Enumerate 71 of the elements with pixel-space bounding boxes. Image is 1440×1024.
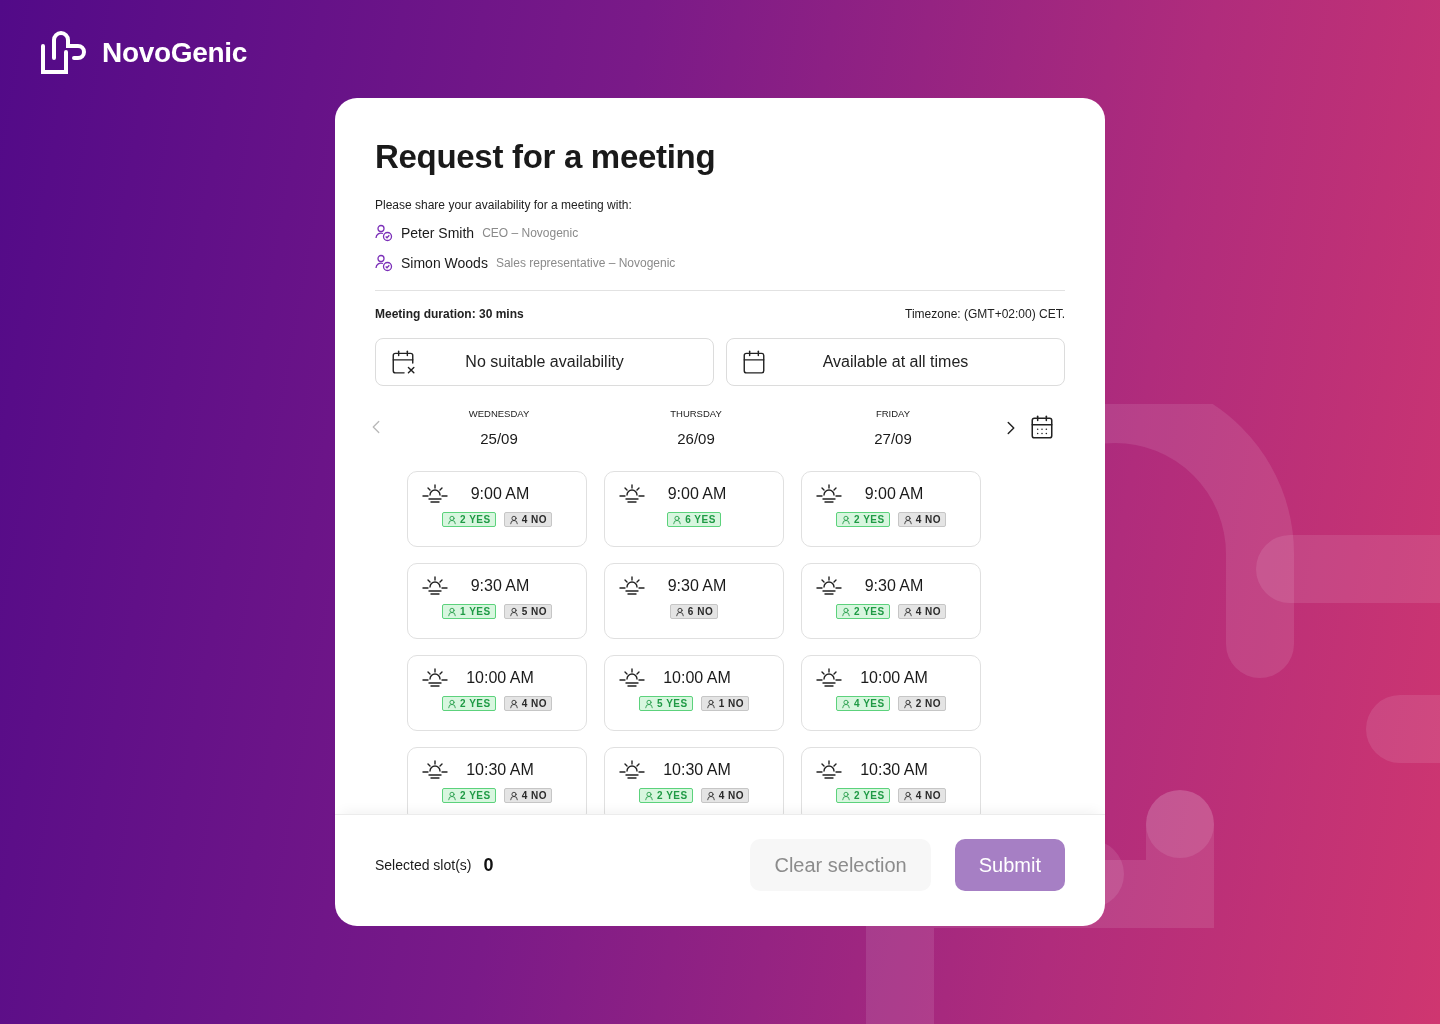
yes-count-badge: 5 YES <box>639 696 693 711</box>
attendee-role: Sales representative – Novogenic <box>495 256 676 270</box>
sunrise-icon <box>816 760 842 780</box>
page-title: Request for a meeting <box>375 138 716 176</box>
date-label: 27/09 <box>874 430 912 447</box>
no-count-badge: 2 NO <box>897 696 946 711</box>
time-slot-card[interactable]: 9:00 AM 2 YES 4 NO <box>801 471 981 547</box>
sunrise-icon <box>422 484 448 504</box>
yes-count-badge: 6 YES <box>667 512 721 527</box>
sunrise-icon <box>619 668 645 688</box>
time-slot-card[interactable]: 10:00 AM 2 YES 4 NO <box>407 655 587 731</box>
calendar-icon <box>741 349 767 375</box>
attendee-name: Simon Woods <box>401 255 488 271</box>
availability-option-button[interactable]: Available at all times <box>726 338 1065 386</box>
calendar-icon[interactable] <box>1029 414 1055 440</box>
person-check-icon <box>375 224 393 242</box>
time-slot-card[interactable]: 9:30 AM 2 YES 4 NO <box>801 563 981 639</box>
attendee-name: Peter Smith <box>401 225 475 241</box>
no-count-badge: 5 NO <box>503 604 552 619</box>
yes-count-badge: 2 YES <box>836 512 890 527</box>
time-slot-card[interactable]: 10:00 AM 5 YES 1 NO <box>604 655 784 731</box>
sunrise-icon <box>619 484 645 504</box>
sunrise-icon <box>816 484 842 504</box>
yes-count-badge: 2 YES <box>442 696 496 711</box>
time-slot-card[interactable]: 9:30 AM 1 YES 5 NO <box>407 563 587 639</box>
person-check-icon <box>375 254 393 272</box>
no-count-badge: 6 NO <box>669 604 719 619</box>
sunrise-icon <box>422 576 448 596</box>
sunrise-icon <box>619 576 645 596</box>
time-slot-card[interactable]: 9:00 AM 2 YES 4 NO <box>407 471 587 547</box>
no-count-badge: 4 NO <box>897 788 946 803</box>
timezone-text: Timezone: (GMT+02:00) CET. <box>905 307 1065 321</box>
brand-name: NovoGenic <box>102 37 248 69</box>
no-count-badge: 4 NO <box>503 696 552 711</box>
yes-count-badge: 2 YES <box>639 788 693 803</box>
time-slot-card[interactable]: 9:00 AM 6 YES <box>604 471 784 547</box>
sunrise-icon <box>422 668 448 688</box>
yes-count-badge: 4 YES <box>836 696 890 711</box>
yes-count-badge: 2 YES <box>442 788 496 803</box>
sunrise-icon <box>619 760 645 780</box>
time-slot-card[interactable]: 10:00 AM 4 YES 2 NO <box>801 655 981 731</box>
time-slot-card[interactable]: 10:30 AM 2 YES 4 NO <box>801 747 981 814</box>
sunrise-icon <box>816 668 842 688</box>
yes-count-badge: 2 YES <box>836 604 890 619</box>
no-count-badge: 4 NO <box>897 604 946 619</box>
no-count-badge: 4 NO <box>700 788 749 803</box>
no-count-badge: 4 NO <box>503 788 552 803</box>
sunrise-icon <box>816 576 842 596</box>
weekday-label: FRIDAY <box>875 408 911 419</box>
attendee-role: CEO – Novogenic <box>482 226 579 240</box>
time-slot-card[interactable]: 10:30 AM 2 YES 4 NO <box>604 747 784 814</box>
date-label: 25/09 <box>480 430 518 447</box>
availability-option-button[interactable]: No suitable availability <box>375 338 714 386</box>
no-count-badge: 4 NO <box>503 512 552 527</box>
no-count-badge: 4 NO <box>897 512 946 527</box>
sunrise-icon <box>422 760 448 780</box>
meeting-duration: Meeting duration: 30 mins <box>375 307 524 321</box>
intro-text: Please share your availability for a meeting with: <box>375 198 632 212</box>
yes-count-badge: 2 YES <box>442 512 496 527</box>
time-slot-card[interactable]: 9:30 AM 6 NO <box>604 563 784 639</box>
weekday-label: THURSDAY <box>670 408 722 419</box>
weekday-label: WEDNESDAY <box>468 408 530 419</box>
yes-count-badge: 2 YES <box>836 788 890 803</box>
selected-slots-label: Selected slot(s) <box>375 857 472 873</box>
yes-count-badge: 1 YES <box>442 604 496 619</box>
calendar-x-icon <box>390 349 416 375</box>
logo-icon <box>40 30 88 76</box>
time-slot-card[interactable]: 10:30 AM 2 YES 4 NO <box>407 747 587 814</box>
no-count-badge: 1 NO <box>700 696 749 711</box>
date-label: 26/09 <box>677 430 715 447</box>
selected-slots-count: 0 <box>483 854 494 876</box>
